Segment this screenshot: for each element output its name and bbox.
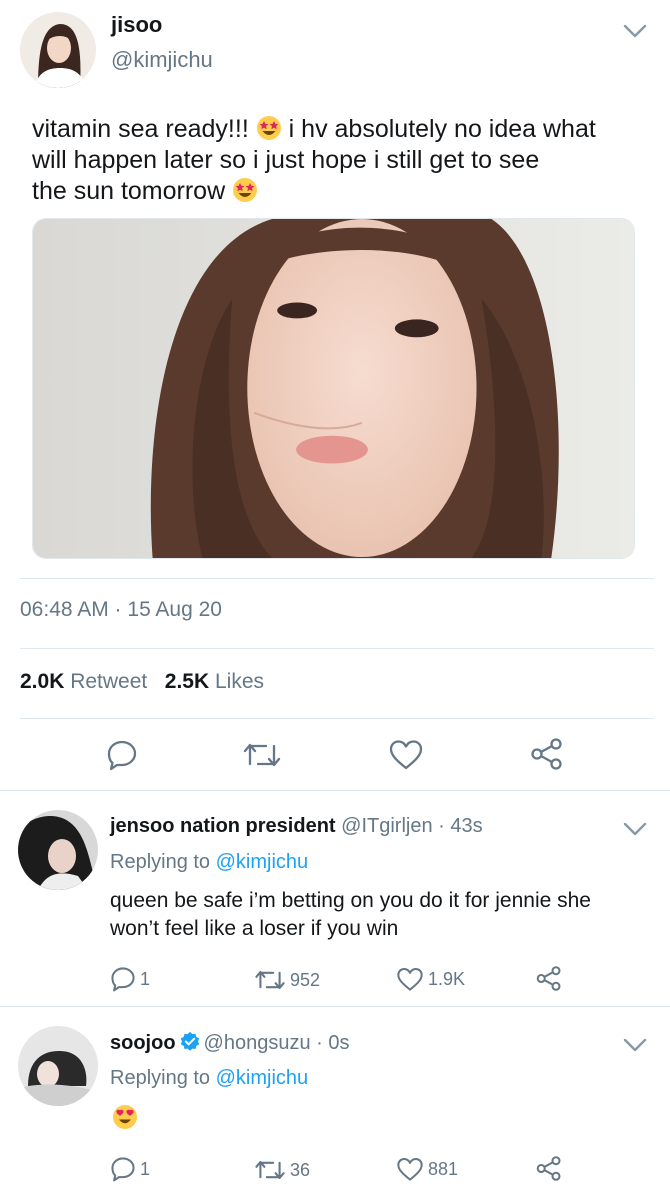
heart-icon (397, 1157, 423, 1181)
like-count: 1.9K (428, 969, 466, 989)
heart-icon (389, 740, 423, 770)
divider (0, 790, 670, 791)
reply-time[interactable]: · 43s (438, 815, 482, 837)
tweet-text-line2: will happen later so i just hope i still… (32, 146, 540, 174)
retweet-label[interactable]: Retweet (70, 670, 147, 693)
share-button[interactable] (529, 737, 565, 771)
tweet-photo[interactable] (32, 218, 635, 559)
divider (0, 1006, 670, 1007)
share-icon (536, 1156, 561, 1181)
chevron-down-icon[interactable] (622, 1036, 648, 1054)
reply-button[interactable]: 1 (110, 1156, 150, 1182)
heart-eyes-emoji (113, 1105, 137, 1129)
selfie-image (33, 219, 634, 558)
star-struck-emoji (256, 116, 281, 140)
like-button[interactable] (388, 739, 424, 771)
reply-count: 1 (140, 1158, 151, 1179)
retweet-icon (255, 970, 285, 990)
tweet-text-line1: vitamin sea ready!!! (32, 115, 249, 143)
profile-photo (18, 810, 98, 890)
divider (20, 648, 654, 649)
retweet-button[interactable]: 952 (254, 968, 320, 992)
like-button[interactable]: 881 (396, 1157, 458, 1182)
likes-label[interactable]: Likes (215, 670, 264, 693)
display-name[interactable]: jisoo (111, 12, 162, 38)
like-button[interactable]: 1.9K (396, 967, 465, 992)
retweet-icon (243, 743, 281, 767)
handle[interactable]: @hongsuzu (204, 1032, 311, 1054)
chevron-down-icon[interactable] (622, 820, 648, 838)
reply-count: 1 (140, 968, 151, 989)
reply-icon (111, 967, 135, 992)
retweet-button[interactable] (242, 740, 282, 770)
retweet-count: 36 (290, 1159, 311, 1180)
replying-to: Replying to @kimjichu (110, 1067, 308, 1090)
reply-header: soojoo @hongsuzu · 0s (110, 1031, 350, 1055)
star-struck-emoji (233, 178, 258, 202)
reply-time[interactable]: · 0s (316, 1032, 349, 1054)
avatar[interactable] (18, 1026, 98, 1106)
replying-to: Replying to @kimjichu (110, 851, 308, 874)
reply-button[interactable] (106, 739, 138, 771)
divider (20, 578, 654, 579)
tweet-text-line3: the sun tomorrow (32, 177, 226, 205)
share-button[interactable] (535, 965, 563, 992)
avatar[interactable] (18, 810, 98, 890)
share-icon (536, 966, 561, 991)
likes-count[interactable]: 2.5K (165, 670, 209, 693)
chevron-down-icon[interactable] (622, 22, 648, 40)
share-icon (531, 738, 562, 770)
replying-to-link[interactable]: @kimjichu (216, 1067, 309, 1089)
retweet-icon (255, 1160, 285, 1180)
handle[interactable]: @ITgirljen (341, 815, 432, 837)
replying-to-link[interactable]: @kimjichu (216, 851, 309, 873)
replying-prefix: Replying to (110, 1067, 211, 1089)
tweet-text: vitamin sea ready!!! i hv absolutely no … (32, 114, 642, 207)
reply-text-line2: won’t feel like a loser if you win (110, 917, 399, 940)
reply-text: queen be safe i’m betting on you do it f… (110, 887, 650, 943)
engagement-stats: 2.0K Retweet 2.5K Likes (20, 670, 264, 694)
reply-header: jensoo nation president @ITgirljen · 43s (110, 815, 483, 838)
profile-photo (18, 1026, 98, 1106)
reply-icon (111, 1157, 135, 1182)
retweet-count[interactable]: 2.0K (20, 670, 64, 693)
reply-text-line1: queen be safe i’m betting on you do it f… (110, 889, 591, 912)
display-name[interactable]: soojoo (110, 1032, 176, 1054)
avatar[interactable] (20, 12, 96, 88)
retweet-button[interactable]: 36 (254, 1158, 310, 1182)
share-button[interactable] (535, 1155, 563, 1182)
display-name[interactable]: jensoo nation president (110, 815, 336, 837)
handle[interactable]: @kimjichu (111, 47, 213, 73)
heart-icon (397, 967, 423, 991)
verified-badge-icon (180, 1031, 199, 1051)
retweet-count: 952 (290, 969, 321, 990)
timestamp[interactable]: 06:48 AM · 15 Aug 20 (20, 598, 222, 622)
replying-prefix: Replying to (110, 851, 211, 873)
tweet-text-line1b: i hv absolutely no idea what (288, 115, 596, 143)
like-count: 881 (428, 1159, 459, 1179)
profile-photo (20, 12, 96, 88)
reply-button[interactable]: 1 (110, 966, 150, 992)
reply-icon (107, 740, 137, 771)
divider (20, 718, 654, 719)
